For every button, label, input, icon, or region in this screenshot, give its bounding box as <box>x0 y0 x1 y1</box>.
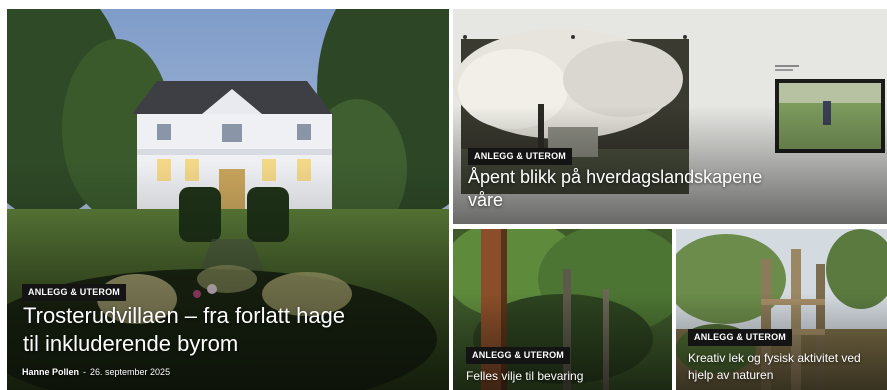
category-tag[interactable]: ANLEGG & UTEROM <box>688 329 792 346</box>
article-card-trosterudvillaen[interactable]: ANLEGG & UTEROM Trosterudvillaen – fra f… <box>7 9 449 390</box>
article-title-line-2: hjelp av naturen <box>688 368 774 382</box>
article-card-felles-vilje[interactable]: ANLEGG & UTEROM Felles vilje til bevarin… <box>453 229 672 390</box>
article-date: 26. september 2025 <box>90 367 171 377</box>
article-title-line-1: Åpent blikk på hverdagslandskapene <box>468 167 763 187</box>
article-title[interactable]: Kreativ lek og fysisk aktivitet ved hjel… <box>688 350 884 384</box>
article-title[interactable]: Felles vilje til bevaring <box>466 368 666 384</box>
category-tag[interactable]: ANLEGG & UTEROM <box>466 347 570 364</box>
category-tag[interactable]: ANLEGG & UTEROM <box>22 284 126 301</box>
meta-separator: - <box>83 367 87 377</box>
article-card-kreativ-lek[interactable]: ANLEGG & UTEROM Kreativ lek og fysisk ak… <box>676 229 887 390</box>
article-title-line-2: våre <box>468 190 504 210</box>
category-tag[interactable]: ANLEGG & UTEROM <box>468 148 572 165</box>
article-meta: Hanne Pollen -26. september 2025 <box>22 367 170 377</box>
article-author[interactable]: Hanne Pollen <box>22 367 79 377</box>
article-title-line-1: Trosterudvillaen – fra forlatt hage <box>23 303 346 328</box>
article-title[interactable]: Trosterudvillaen – fra forlatt hage til … <box>23 302 443 358</box>
article-card-apent-blikk[interactable]: ANLEGG & UTEROM Åpent blikk på hverdagsl… <box>453 9 887 224</box>
article-title-line-1: Kreativ lek og fysisk aktivitet ved <box>688 351 861 365</box>
article-title-line-2: til inkluderende byrom <box>23 331 239 356</box>
article-title[interactable]: Åpent blikk på hverdagslandskapene våre <box>468 166 868 212</box>
